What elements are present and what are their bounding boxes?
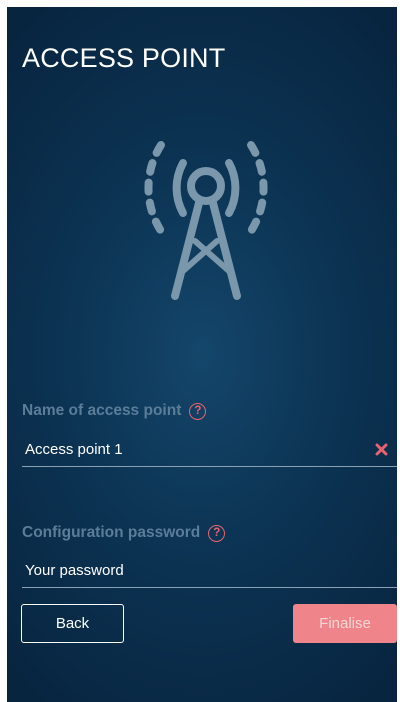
access-point-name-label: Name of access point ? <box>22 402 207 420</box>
finalise-button[interactable]: Finalise <box>293 604 397 643</box>
back-button[interactable]: Back <box>21 604 124 643</box>
access-point-screen: ACCESS POINT Name of access point ? Acce… <box>7 7 397 702</box>
configuration-password-label-text: Configuration password <box>22 524 201 541</box>
page-title: ACCESS POINT <box>22 43 226 73</box>
access-point-name-help-icon[interactable]: ? <box>189 402 207 420</box>
configuration-password-help-icon[interactable]: ? <box>208 524 226 542</box>
clear-input-icon[interactable] <box>375 443 388 456</box>
access-point-name-label-text: Name of access point <box>22 402 182 419</box>
configuration-password-label: Configuration password ? <box>22 524 226 542</box>
configuration-password-input[interactable] <box>25 557 355 583</box>
access-point-name-field <box>22 434 397 467</box>
configuration-password-field <box>22 555 397 588</box>
access-point-name-input[interactable] <box>25 436 355 462</box>
radio-tower-icon <box>144 141 268 300</box>
